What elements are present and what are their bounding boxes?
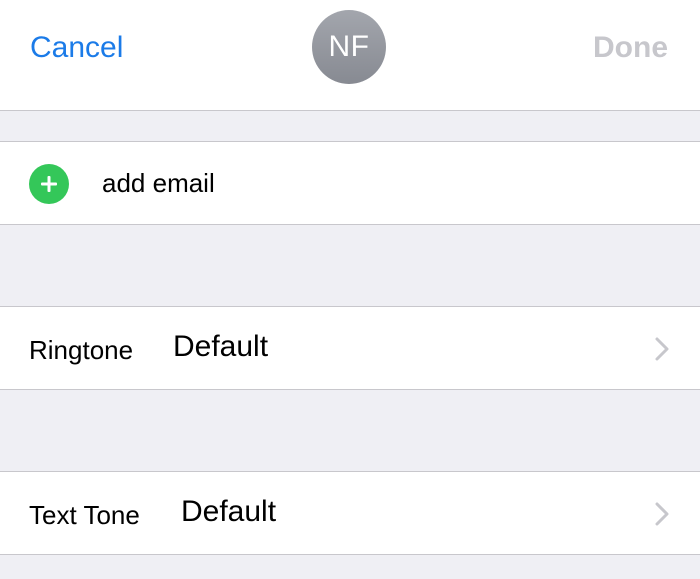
done-button[interactable]: Done	[593, 30, 668, 66]
edit-contact-screen: Cancel NF Done add email Ringtone Defaul…	[0, 0, 700, 579]
text-tone-label: Text Tone	[29, 500, 140, 530]
avatar-initials: NF	[328, 30, 370, 63]
chevron-right-icon	[655, 337, 669, 361]
add-email-label: add email	[102, 168, 215, 198]
ringtone-row[interactable]: Ringtone Default	[0, 306, 700, 390]
avatar[interactable]: NF	[312, 10, 386, 84]
chevron-right-icon	[655, 502, 669, 526]
add-email-row[interactable]: add email	[0, 141, 700, 225]
nav-header: Cancel NF Done	[0, 0, 700, 111]
text-tone-row[interactable]: Text Tone Default	[0, 471, 700, 555]
ringtone-value: Default	[173, 330, 269, 363]
plus-circle-icon[interactable]	[29, 164, 69, 204]
text-tone-value: Default	[181, 495, 277, 528]
ringtone-label: Ringtone	[29, 335, 134, 365]
cancel-button[interactable]: Cancel	[30, 30, 123, 66]
